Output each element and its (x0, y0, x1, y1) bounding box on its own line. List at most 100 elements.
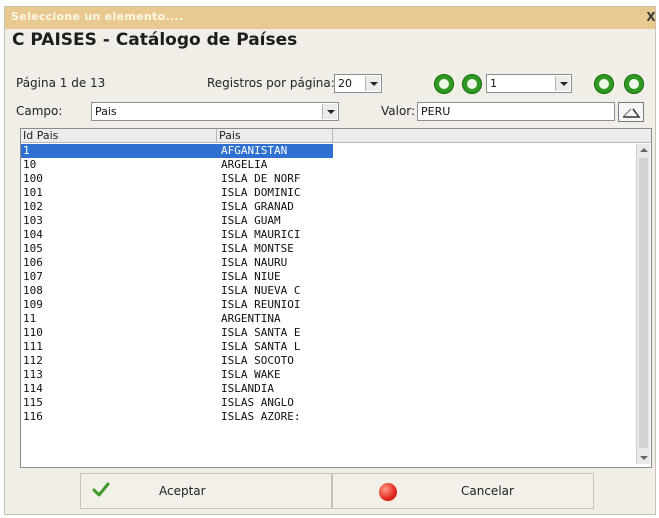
field-value: Pais (95, 105, 117, 118)
table-row[interactable]: 112 ISLA SOCOTO (21, 354, 333, 368)
close-icon[interactable]: X (645, 10, 657, 24)
table-row[interactable]: 103 ISLA GUAM (21, 214, 333, 228)
value-input-text: PERU (421, 105, 451, 118)
cell-pais: ARGENTINA (221, 312, 281, 325)
checkmark-icon (92, 482, 110, 497)
cell-id: 101 (23, 186, 43, 199)
cell-pais: ISLA NIUE (221, 270, 281, 283)
per-page-select[interactable]: 20 (334, 74, 382, 93)
cell-id: 113 (23, 368, 43, 381)
red-circle-icon (379, 483, 397, 501)
countries-table: Id Pais Pais 1 AFGANISTAN 10 ARGELIA 100 ISLA… (20, 128, 652, 468)
cell-pais: ISLA REUNIOI (221, 298, 301, 311)
chevron-down-icon (322, 104, 337, 119)
field-label: Campo: (16, 104, 63, 118)
value-label: Valor: (381, 104, 416, 118)
table-row[interactable]: 111 ISLA SANTA L (21, 340, 333, 354)
cell-id: 103 (23, 214, 43, 227)
cell-id: 114 (23, 382, 43, 395)
clear-filter-button[interactable] (618, 102, 644, 122)
column-header-id[interactable]: Id Pais (21, 129, 217, 143)
value-input[interactable]: PERU (417, 102, 615, 121)
cell-id: 1 (23, 144, 30, 157)
scroll-up-icon[interactable] (640, 148, 648, 152)
nav-next-icon[interactable] (594, 74, 614, 94)
cell-id: 107 (23, 270, 43, 283)
table-row[interactable]: 11 ARGENTINA (21, 312, 333, 326)
cancel-button[interactable]: Cancelar (332, 473, 594, 509)
table-row[interactable]: 105 ISLA MONTSE (21, 242, 333, 256)
page-title: C PAISES - Catálogo de Países (12, 30, 298, 50)
cell-id: 116 (23, 410, 43, 423)
cell-pais: ISLA NUEVA C (221, 284, 301, 297)
chevron-down-icon (555, 76, 570, 91)
cancel-label: Cancelar (461, 484, 514, 498)
table-row[interactable]: 100 ISLA DE NORF (21, 172, 333, 186)
table-row[interactable]: 115 ISLAS ANGLO (21, 396, 333, 410)
cell-id: 112 (23, 354, 43, 367)
table-body: 1 AFGANISTAN 10 ARGELIA 100 ISLA DE NORF 101 IS… (21, 144, 333, 424)
per-page-value: 20 (338, 77, 352, 90)
table-row[interactable]: 1 AFGANISTAN (21, 144, 333, 158)
title-bar: Seleccione un elemento.... X (5, 7, 657, 29)
scroll-down-icon[interactable] (640, 456, 648, 460)
table-row[interactable]: 113 ISLA WAKE (21, 368, 333, 382)
page-indicator: Página 1 de 13 (16, 76, 106, 90)
per-page-label: Registros por página: (207, 76, 335, 90)
nav-first-icon[interactable] (434, 74, 454, 94)
cell-pais: ISLA MAURICI (221, 228, 301, 241)
nav-last-icon[interactable] (624, 74, 644, 94)
cell-id: 110 (23, 326, 43, 339)
cell-pais: ISLA DE NORF (221, 172, 301, 185)
cell-id: 115 (23, 396, 43, 409)
table-row[interactable]: 104 ISLA MAURICI (21, 228, 333, 242)
cell-pais: ARGELIA (221, 158, 268, 171)
cell-id: 109 (23, 298, 43, 311)
table-row[interactable]: 116 ISLAS AZORE: (21, 410, 333, 424)
table-row[interactable]: 102 ISLA GRANAD (21, 200, 333, 214)
cell-id: 104 (23, 228, 43, 241)
chevron-down-icon (365, 76, 380, 91)
cell-pais: ISLA MONTSE (221, 242, 294, 255)
cell-id: 10 (23, 158, 37, 171)
cell-id: 100 (23, 172, 43, 185)
cell-pais: ISLA NAURU (221, 256, 288, 269)
cell-pais: ISLA WAKE (221, 368, 281, 381)
cell-id: 102 (23, 200, 43, 213)
scroll-thumb[interactable] (639, 158, 648, 448)
page-select-value: 1 (490, 77, 497, 90)
cell-id: 106 (23, 256, 43, 269)
cell-pais: ISLANDIA (221, 382, 274, 395)
clear-filter-icon (622, 108, 641, 118)
cell-pais: ISLA SANTA E (221, 326, 301, 339)
table-row[interactable]: 110 ISLA SANTA E (21, 326, 333, 340)
cell-pais: ISLAS AZORE: (221, 410, 301, 423)
field-select[interactable]: Pais (91, 102, 339, 121)
cell-id: 11 (23, 312, 37, 325)
cell-pais: AFGANISTAN (221, 144, 288, 157)
table-row[interactable]: 10 ARGELIA (21, 158, 333, 172)
column-header-filler (333, 129, 651, 143)
cell-id: 111 (23, 340, 43, 353)
cell-pais: ISLA SOCOTO (221, 354, 294, 367)
cell-pais: ISLA SANTA L (221, 340, 301, 353)
page-select[interactable]: 1 (486, 74, 572, 93)
cell-pais: ISLA GRANAD (221, 200, 294, 213)
table-row[interactable]: 109 ISLA REUNIOI (21, 298, 333, 312)
table-row[interactable]: 108 ISLA NUEVA C (21, 284, 333, 298)
nav-prev-icon[interactable] (462, 74, 482, 94)
window-title: Seleccione un elemento.... (11, 10, 184, 23)
table-row[interactable]: 101 ISLA DOMINIC (21, 186, 333, 200)
column-header-pais[interactable]: Pais (217, 129, 333, 143)
cell-id: 105 (23, 242, 43, 255)
cell-pais: ISLAS ANGLO (221, 396, 294, 409)
table-row[interactable]: 106 ISLA NAURU (21, 256, 333, 270)
table-row[interactable]: 107 ISLA NIUE (21, 270, 333, 284)
cell-id: 108 (23, 284, 43, 297)
vertical-scrollbar[interactable] (636, 144, 650, 464)
table-row[interactable]: 114 ISLANDIA (21, 382, 333, 396)
accept-button[interactable]: Aceptar (80, 473, 332, 509)
accept-label: Aceptar (159, 484, 206, 498)
cell-pais: ISLA DOMINIC (221, 186, 301, 199)
cell-pais: ISLA GUAM (221, 214, 281, 227)
